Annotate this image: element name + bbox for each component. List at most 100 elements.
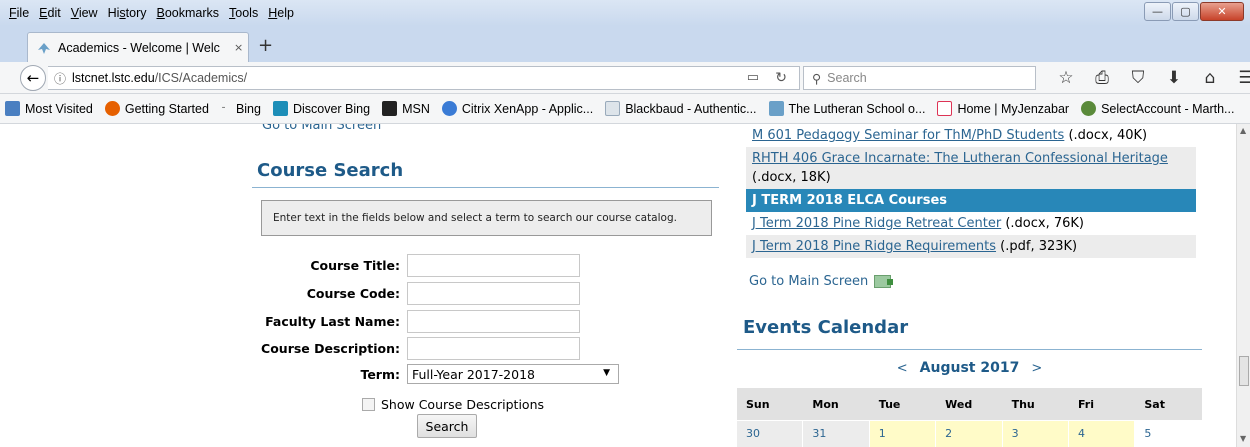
go-to-main-label[interactable]: Go to Main Screen bbox=[749, 274, 868, 289]
downloads-icon[interactable]: ⬇ bbox=[1156, 68, 1192, 88]
heading-divider bbox=[252, 187, 719, 188]
window-controls: — ▢ ✕ bbox=[1144, 2, 1244, 21]
show-descriptions-label[interactable]: Show Course Descriptions bbox=[381, 397, 544, 412]
go-to-main-link-top[interactable]: Go to Main Screen bbox=[262, 124, 381, 133]
show-descriptions-checkbox[interactable] bbox=[362, 398, 375, 411]
bookmarks-menu-icon[interactable]: ⎙ bbox=[1084, 68, 1120, 88]
day-header: Wed bbox=[945, 397, 973, 411]
day-header: Sat bbox=[1144, 397, 1165, 411]
file-meta: (.docx, 40K) bbox=[1064, 128, 1148, 143]
menu-edit[interactable]: Edit bbox=[34, 6, 66, 20]
bookmark-lutheran-school[interactable]: The Lutheran School o... bbox=[768, 101, 925, 116]
calendar-day[interactable]: 1 bbox=[869, 421, 937, 447]
bookmark-msn[interactable]: MSN bbox=[382, 101, 430, 116]
term-select[interactable]: Full-Year 2017-2018 ▼ bbox=[407, 364, 619, 384]
lstc-icon bbox=[768, 101, 784, 116]
faculty-last-name-input[interactable] bbox=[407, 310, 580, 333]
search-input[interactable]: ⚲ Search bbox=[803, 66, 1036, 90]
calendar-day[interactable]: 2 bbox=[936, 421, 1003, 447]
bookmark-blackbaud[interactable]: Blackbaud - Authentic... bbox=[605, 101, 757, 116]
course-description-row: Course Description: bbox=[250, 337, 580, 360]
vertical-scrollbar[interactable]: ▲ ▼ bbox=[1236, 124, 1250, 447]
site-info-icon[interactable]: ⓘ bbox=[54, 70, 66, 87]
close-window-button[interactable]: ✕ bbox=[1200, 2, 1244, 21]
file-link[interactable]: J Term 2018 Pine Ridge Retreat Center bbox=[752, 216, 1001, 231]
calendar-day[interactable]: 5 bbox=[1135, 421, 1202, 447]
calendar-month: August 2017 bbox=[919, 360, 1020, 376]
menu-bar: File Edit View History Bookmarks Tools H… bbox=[4, 6, 299, 20]
file-list: M 601 Pedagogy Seminar for ThM/PhD Stude… bbox=[746, 124, 1196, 258]
menu-tools[interactable]: Tools bbox=[224, 6, 263, 20]
bookmarks-bar: Most Visited Getting Started ⁃ Bing Disc… bbox=[0, 94, 1250, 124]
scrollbar-thumb[interactable] bbox=[1239, 356, 1249, 386]
bookmark-selectaccount[interactable]: SelectAccount - Marth... bbox=[1081, 101, 1234, 116]
search-placeholder: Search bbox=[827, 71, 867, 85]
bookmark-citrix[interactable]: Citrix XenApp - Applic... bbox=[441, 101, 593, 116]
course-title-label: Course Title: bbox=[310, 258, 400, 273]
bookmark-bing[interactable]: Bing bbox=[236, 102, 261, 116]
menu-bookmarks[interactable]: Bookmarks bbox=[152, 6, 225, 20]
pocket-icon[interactable]: ⛉ bbox=[1120, 68, 1156, 88]
new-tab-button[interactable]: + bbox=[258, 35, 273, 56]
search-button[interactable]: Search bbox=[417, 414, 477, 438]
most-visited-icon bbox=[5, 101, 20, 116]
file-item: M 601 Pedagogy Seminar for ThM/PhD Stude… bbox=[746, 124, 1196, 147]
course-description-input[interactable] bbox=[407, 337, 580, 360]
url-bar[interactable]: ⓘ lstcnet.lstc.edu/ICS/Academics/ ▭ ↻ bbox=[48, 66, 800, 90]
course-code-row: Course Code: bbox=[250, 282, 580, 305]
term-row: Term: Full-Year 2017-2018 ▼ bbox=[250, 364, 619, 384]
prev-month-button[interactable]: < bbox=[897, 361, 908, 376]
calendar-nav: < August 2017 > bbox=[737, 360, 1202, 376]
bookmark-discover-bing[interactable]: Discover Bing bbox=[272, 101, 370, 116]
tab-close-icon[interactable]: × bbox=[234, 41, 243, 54]
tab-strip: Academics - Welcome | Welc × + bbox=[0, 26, 1250, 62]
bookmark-star-icon[interactable]: ☆ bbox=[1048, 68, 1084, 88]
events-divider bbox=[737, 349, 1202, 350]
file-meta: (.docx, 76K) bbox=[1001, 216, 1084, 231]
restore-button[interactable]: ▢ bbox=[1172, 2, 1199, 21]
calendar-day[interactable]: 3 bbox=[1002, 421, 1069, 447]
file-meta: (.docx, 18K) bbox=[752, 170, 831, 185]
file-link[interactable]: RHTH 406 Grace Incarnate: The Lutheran C… bbox=[752, 151, 1168, 166]
reload-icon[interactable]: ↻ bbox=[775, 70, 787, 86]
next-month-button[interactable]: > bbox=[1031, 361, 1042, 376]
bookmark-most-visited[interactable]: Most Visited bbox=[5, 101, 93, 116]
show-descriptions-row: Show Course Descriptions bbox=[362, 397, 544, 412]
term-selected-value: Full-Year 2017-2018 bbox=[412, 366, 535, 382]
course-title-input[interactable] bbox=[407, 254, 580, 277]
back-button[interactable]: ← bbox=[20, 65, 46, 91]
calendar-day[interactable]: 30 bbox=[737, 421, 804, 447]
bookmark-separator: ⁃ bbox=[220, 103, 226, 114]
reader-view-icon[interactable]: ▭ bbox=[747, 70, 759, 85]
course-code-input[interactable] bbox=[407, 282, 580, 305]
course-title-row: Course Title: bbox=[250, 254, 580, 277]
calendar-day[interactable]: 31 bbox=[803, 421, 870, 447]
file-item: J Term 2018 Pine Ridge Requirements (.pd… bbox=[746, 235, 1196, 258]
msn-icon bbox=[382, 101, 398, 116]
menu-file[interactable]: File bbox=[4, 6, 34, 20]
navigation-bar: ← ⓘ lstcnet.lstc.edu/ICS/Academics/ ▭ ↻ … bbox=[0, 62, 1250, 94]
bookmark-myjenzabar[interactable]: Home | MyJenzabar bbox=[937, 101, 1069, 116]
file-link[interactable]: J Term 2018 Pine Ridge Requirements bbox=[752, 239, 996, 254]
menu-view[interactable]: View bbox=[66, 6, 103, 20]
calendar-header-row: Sun Mon Tue Wed Thu Fri Sat bbox=[737, 388, 1202, 420]
tab-academics[interactable]: Academics - Welcome | Welc × bbox=[27, 32, 249, 62]
hamburger-menu-icon[interactable]: ☰ bbox=[1228, 68, 1250, 88]
citrix-icon bbox=[441, 101, 457, 116]
scroll-down-icon[interactable]: ▼ bbox=[1240, 434, 1246, 443]
menu-history[interactable]: History bbox=[103, 6, 152, 20]
course-code-label: Course Code: bbox=[306, 286, 400, 301]
bookmark-getting-started[interactable]: Getting Started bbox=[104, 101, 209, 116]
day-header: Tue bbox=[878, 397, 901, 411]
home-icon[interactable]: ⌂ bbox=[1192, 68, 1228, 88]
calendar-day[interactable]: 4 bbox=[1068, 421, 1136, 447]
file-link[interactable]: M 601 Pedagogy Seminar for ThM/PhD Stude… bbox=[752, 128, 1064, 143]
menu-help[interactable]: Help bbox=[263, 6, 299, 20]
scroll-up-icon[interactable]: ▲ bbox=[1240, 126, 1246, 135]
minimize-button[interactable]: — bbox=[1144, 2, 1171, 21]
day-header: Thu bbox=[1011, 397, 1035, 411]
go-arrow-icon bbox=[874, 275, 894, 288]
course-description-label: Course Description: bbox=[261, 341, 400, 356]
faculty-row: Faculty Last Name: bbox=[250, 310, 580, 333]
go-to-main-link[interactable]: Go to Main Screen bbox=[749, 274, 894, 289]
